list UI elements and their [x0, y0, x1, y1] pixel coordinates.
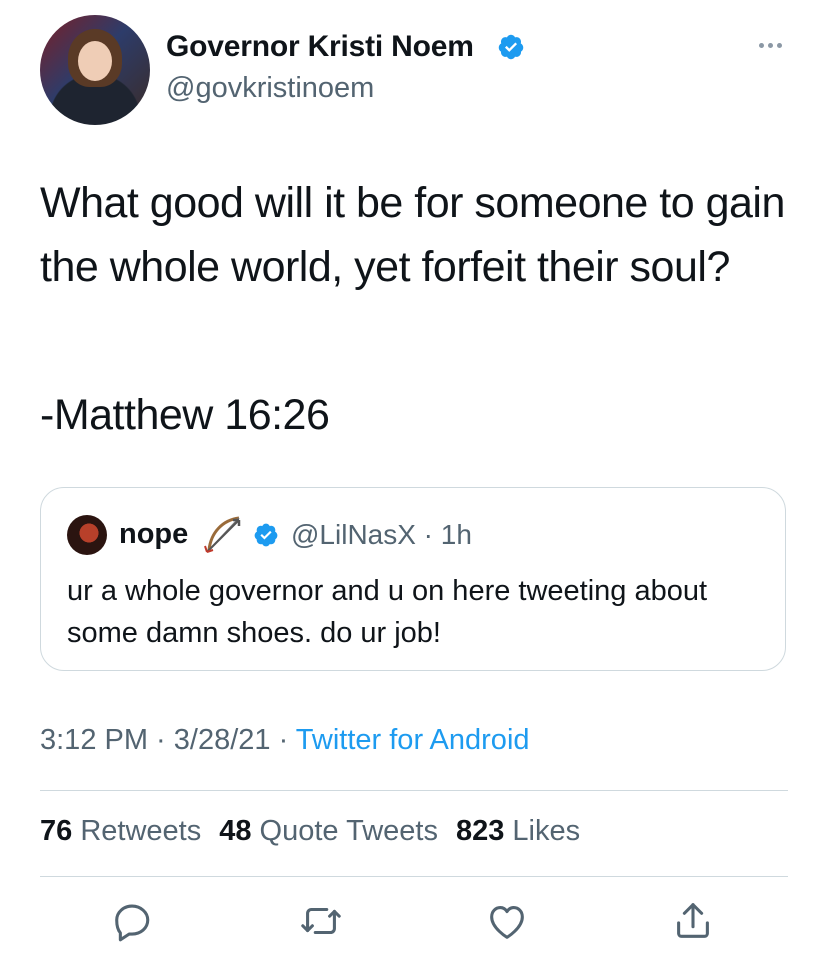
verified-badge-icon [497, 33, 525, 61]
quote-tweets-label: Quote Tweets [259, 815, 438, 847]
quoted-tweet-card[interactable]: nope @LilNasX · 1h ur a whole governor a… [40, 487, 786, 671]
quoted-verified-badge-icon [253, 522, 279, 548]
quote-tweets-stat[interactable]: 48 Quote Tweets [219, 815, 438, 848]
quoted-author-avatar [67, 515, 107, 555]
author-avatar[interactable] [40, 15, 150, 125]
tweet-meta: 3:12 PM · 3/28/21 · Twitter for Android [40, 724, 530, 757]
avatar-face [78, 41, 112, 81]
more-dots-icon[interactable] [752, 30, 788, 60]
likes-count: 823 [455, 815, 505, 847]
author-handle[interactable]: @govkristinoem [166, 72, 374, 105]
quoted-author-handle-time: @LilNasX · 1h [291, 519, 472, 550]
tweet-stats: 76 Retweets 48 Quote Tweets 823 Likes [40, 815, 580, 848]
quoted-tweet-text: ur a whole governor and u on here tweeti… [67, 575, 708, 649]
tweet-citation: -Matthew 16:26 [40, 391, 330, 439]
likes-stat[interactable]: 823 Likes [456, 815, 580, 848]
bow-and-arrow-emoji-icon [203, 514, 245, 554]
retweets-stat[interactable]: 76 Retweets [40, 815, 201, 848]
reply-icon[interactable] [110, 898, 156, 944]
divider [40, 876, 788, 877]
tweet-date: 3/28/21 [173, 724, 271, 756]
divider [40, 790, 788, 791]
share-icon[interactable] [670, 898, 716, 944]
likes-label: Likes [512, 815, 581, 847]
tweet-source-link[interactable]: Twitter for Android [296, 724, 530, 756]
author-display-name[interactable]: Governor Kristi Noem [166, 30, 474, 64]
quoted-author-name: nope [119, 518, 189, 550]
tweet-text: What good will it be for someone to gain… [40, 179, 785, 291]
heart-icon[interactable] [484, 898, 530, 944]
retweets-count: 76 [40, 815, 73, 847]
quote-tweets-count: 48 [219, 815, 252, 847]
meta-separator: · [270, 724, 296, 756]
retweet-icon[interactable] [298, 898, 344, 944]
tweet-time: 3:12 PM [40, 724, 148, 756]
retweets-label: Retweets [80, 815, 202, 847]
meta-separator: · [148, 724, 174, 756]
